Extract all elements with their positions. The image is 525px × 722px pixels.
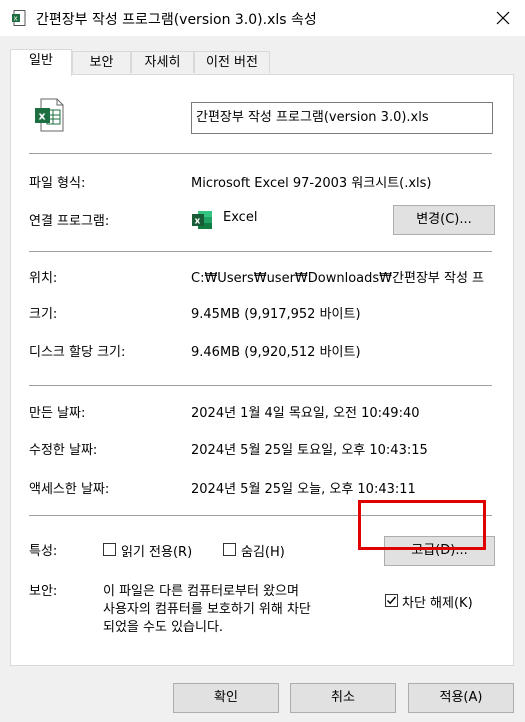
divider	[29, 251, 492, 252]
tab-security[interactable]: 보안	[72, 51, 131, 73]
change-button[interactable]: 변경(C)...	[393, 205, 495, 235]
file-type-label: 파일 형식:	[29, 176, 86, 191]
size-label: 크기:	[29, 307, 58, 322]
svg-text:x: x	[14, 15, 18, 23]
excel-app-icon: x	[191, 209, 213, 231]
created-value: 2024년 1월 4일 목요일, 오전 10:49:40	[191, 406, 420, 421]
security-label: 보안:	[29, 584, 58, 599]
unblock-checkbox[interactable]	[385, 594, 398, 607]
readonly-label[interactable]: 읽기 전용(R)	[121, 541, 192, 560]
general-panel: x 간편장부 작성 프로그램(version 3.0).xls 파일 형식: M…	[10, 74, 514, 666]
svg-text:x: x	[195, 217, 201, 227]
divider	[29, 153, 492, 154]
close-button[interactable]	[489, 4, 517, 32]
unblock-highlight-box	[358, 500, 486, 550]
apply-button[interactable]: 적용(A)	[408, 683, 514, 713]
file-type-value: Microsoft Excel 97-2003 워크시트(.xls)	[191, 176, 432, 191]
unblock-label[interactable]: 차단 해제(K)	[402, 592, 473, 611]
opens-with-value: Excel	[223, 210, 258, 225]
size-value: 9.45MB (9,917,952 바이트)	[191, 307, 361, 322]
title-bar: x 간편장부 작성 프로그램(version 3.0).xls 속성	[0, 0, 525, 36]
cancel-button[interactable]: 취소	[290, 683, 396, 713]
hidden-label[interactable]: 숨김(H)	[241, 541, 285, 560]
disk-size-label: 디스크 할당 크기:	[29, 345, 126, 360]
close-icon	[496, 11, 510, 25]
checkmark-icon	[387, 596, 397, 605]
location-label: 위치:	[29, 271, 58, 286]
accessed-label: 액세스한 날짜:	[29, 482, 110, 497]
tab-previous-versions[interactable]: 이전 버전	[194, 51, 270, 73]
filename-field[interactable]: 간편장부 작성 프로그램(version 3.0).xls	[191, 102, 493, 134]
security-message-line3: 되었을 수도 있습니다.	[103, 620, 224, 635]
window-title: 간편장부 작성 프로그램(version 3.0).xls 속성	[36, 12, 317, 28]
disk-size-value: 9.46MB (9,920,512 바이트)	[191, 345, 361, 360]
security-message-line2: 사용자의 컴퓨터를 보호하기 위해 차단	[103, 602, 311, 617]
excel-file-icon: x	[12, 10, 26, 26]
modified-value: 2024년 5월 25일 토요일, 오후 10:43:15	[191, 443, 428, 458]
tab-strip: 일반 보안 자세히 이전 버전	[10, 49, 515, 76]
attributes-label: 특성:	[29, 544, 58, 559]
readonly-checkbox[interactable]	[103, 543, 116, 556]
divider	[29, 385, 492, 386]
tab-general[interactable]: 일반	[10, 49, 72, 76]
location-value: C:₩Users₩user₩Downloads₩간편장부 작성 프	[191, 271, 485, 286]
excel-file-icon: x	[31, 97, 67, 133]
accessed-value: 2024년 5월 25일 오늘, 오후 10:43:11	[191, 482, 416, 497]
opens-with-label: 연결 프로그램:	[29, 214, 110, 229]
created-label: 만든 날짜:	[29, 406, 86, 421]
security-message-line1: 이 파일은 다른 컴퓨터로부터 왔으며	[103, 584, 299, 599]
ok-button[interactable]: 확인	[173, 683, 279, 713]
hidden-checkbox[interactable]	[223, 543, 236, 556]
tab-details[interactable]: 자세히	[131, 51, 194, 73]
svg-text:x: x	[39, 110, 46, 123]
modified-label: 수정한 날짜:	[29, 443, 98, 458]
